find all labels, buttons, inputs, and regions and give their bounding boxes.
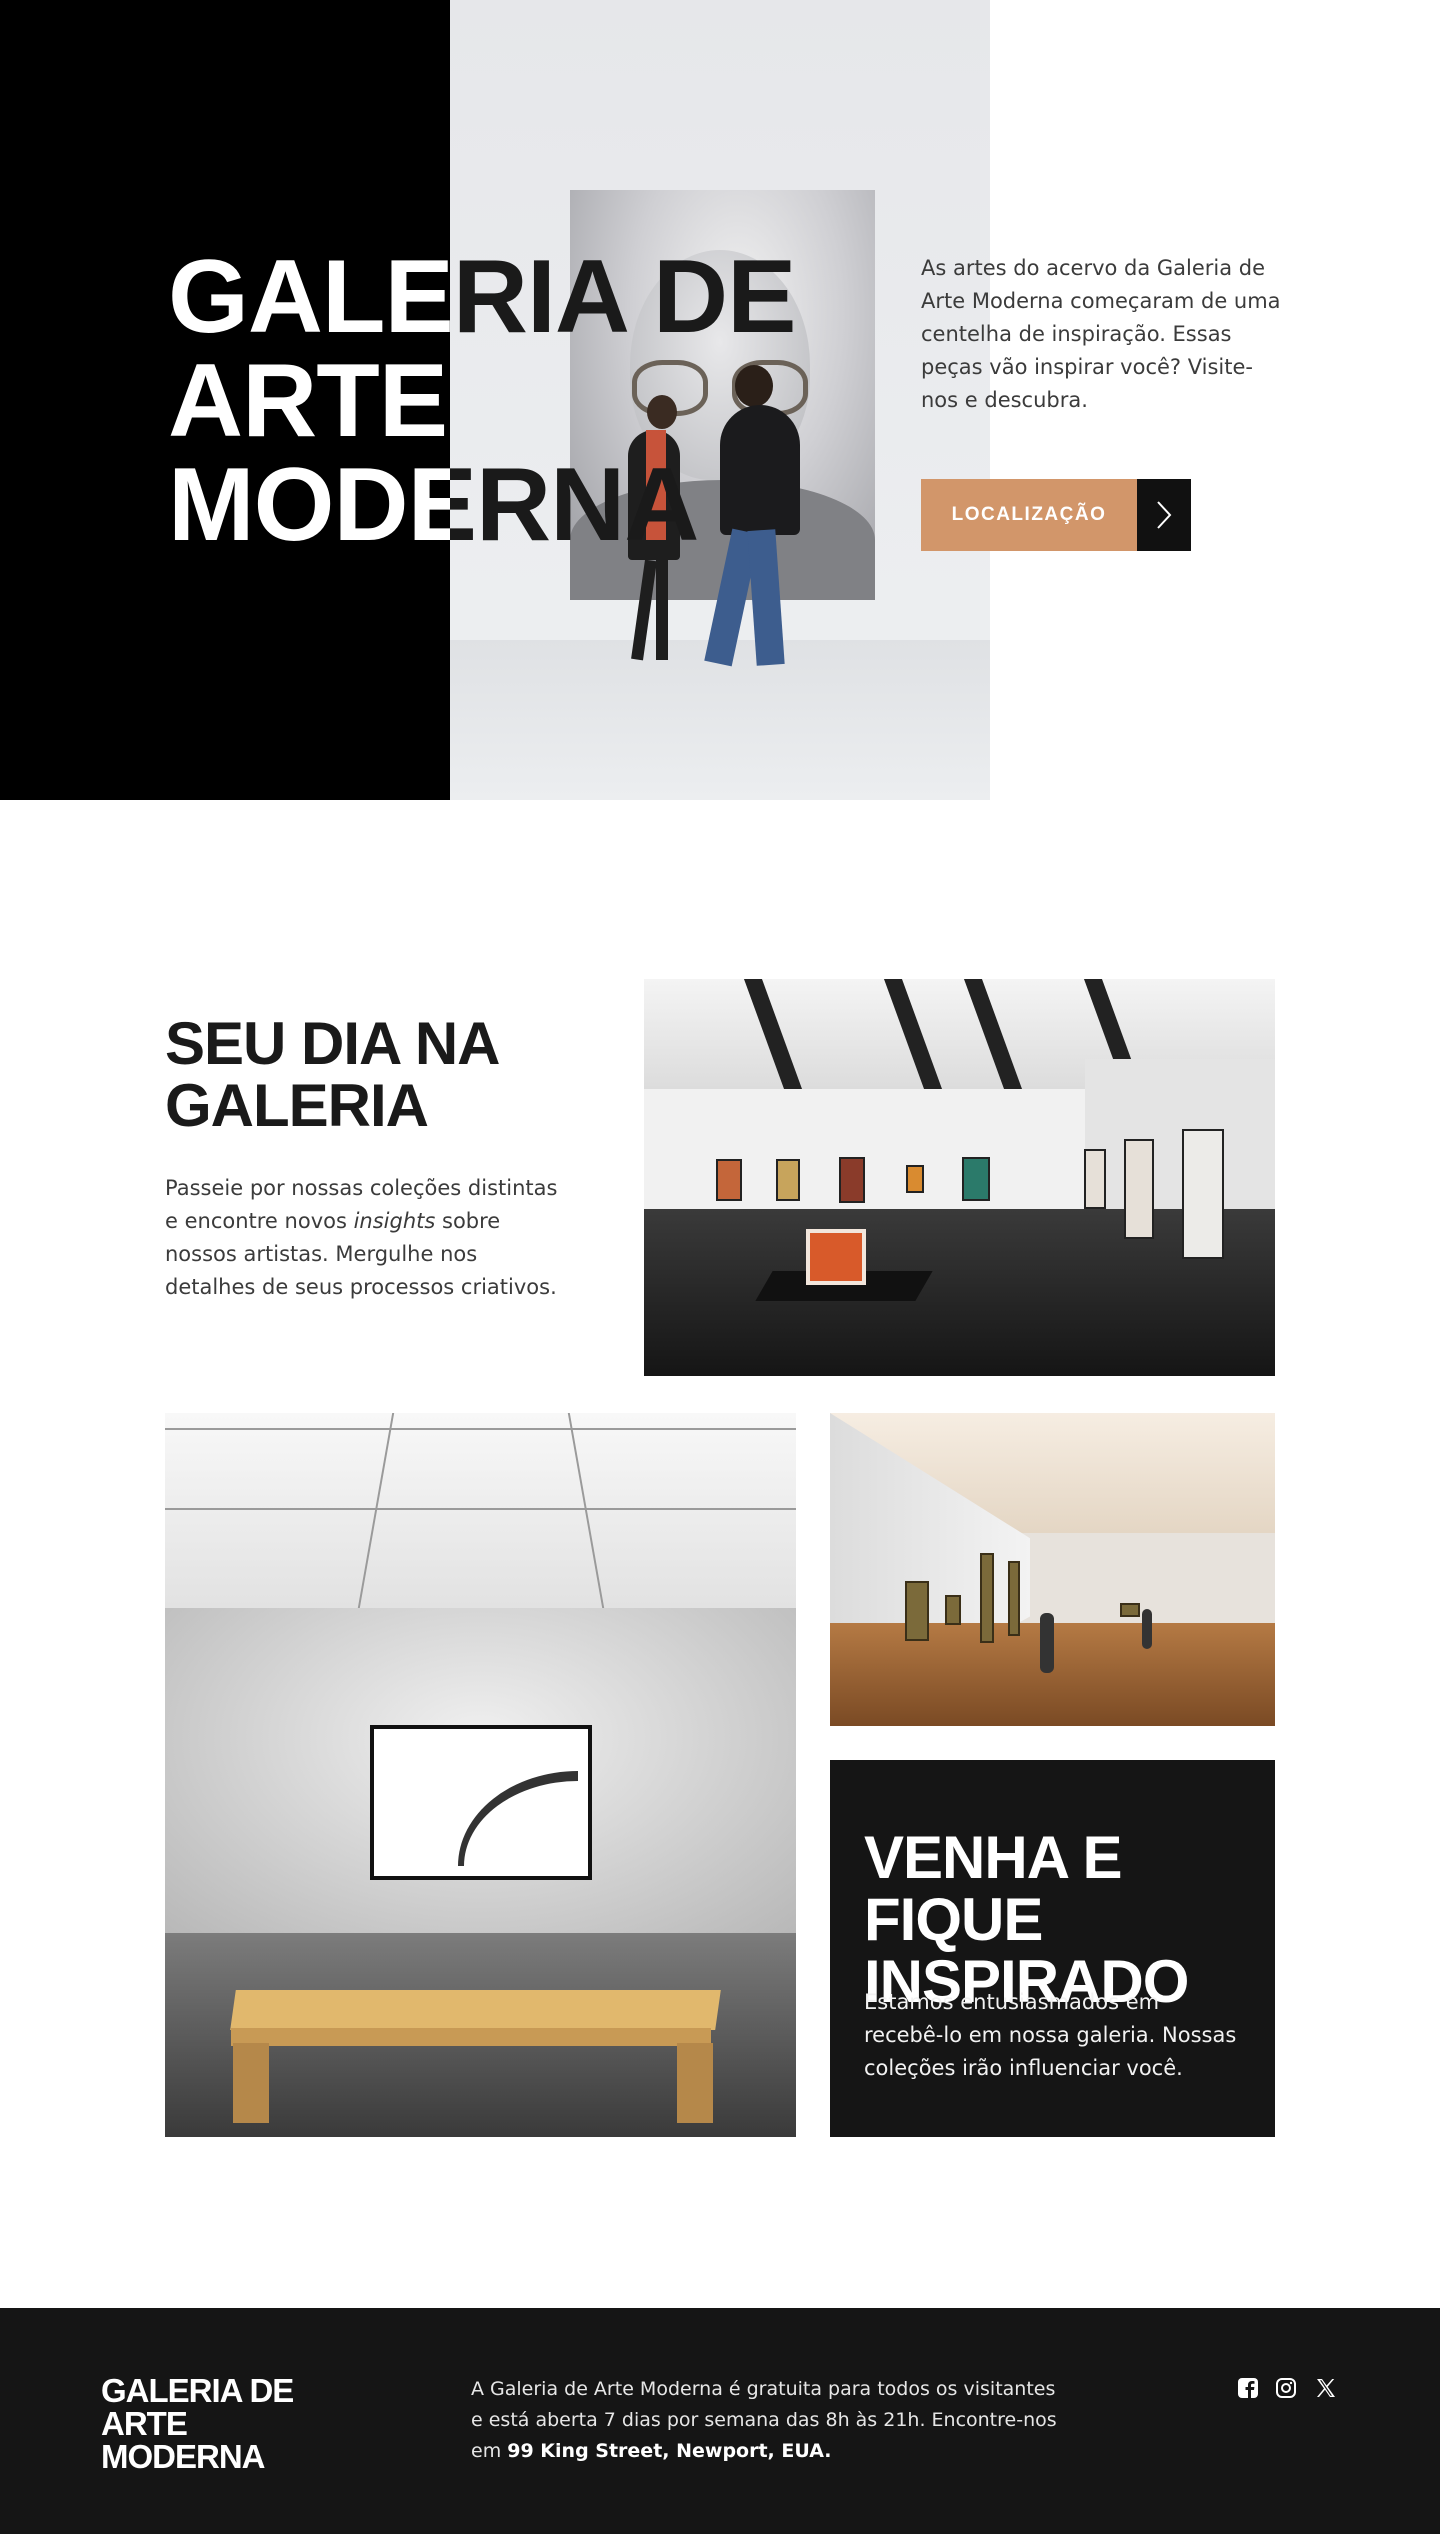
inspired-card-text: Estamos entusiasmados em recebê-lo em no… [864,1990,1237,2080]
chevron-right-icon [1137,479,1191,551]
inspired-card-title-line: VENHA E FIQUE [864,1824,1123,1953]
location-button[interactable]: LOCALIZAÇÃO [921,479,1191,551]
hero-title-line: GALERIA DE [168,245,868,349]
footer-logo-line: GALERIA DE ARTE [101,2372,294,2442]
hero-title-line: MODERNA [168,453,868,557]
section-day-text-emphasis: insights [353,1209,436,1233]
gallery-room-photo-bench [165,1413,796,2137]
gallery-room-photo-sculpture [644,979,1275,1376]
footer-logo-line: MODERNA [101,2438,266,2475]
hero-section: GALERIA DE ARTE MODERNA As artes do acer… [0,0,1440,800]
inspired-card: VENHA E FIQUE INSPIRADO Estamos entusias… [830,1760,1275,2137]
section-day-text: Passeie por nossas coleções distintas e … [165,1172,565,1304]
section-day-title-line: GALERIA [165,1072,429,1139]
hero-description: As artes do acervo da Galeria de Arte Mo… [921,256,1281,412]
instagram-icon[interactable] [1274,2376,1298,2400]
section-day-title-line: SEU DIA NA [165,1010,500,1077]
section-day-title: SEU DIA NA GALERIA [165,1013,585,1137]
hero-title-line: ARTE [168,349,868,453]
footer-info-text: A Galeria de Arte Moderna é gratuita par… [471,2374,1071,2467]
x-icon[interactable] [1314,2376,1338,2400]
facebook-icon[interactable] [1236,2376,1260,2400]
hero-title: GALERIA DE ARTE MODERNA [168,245,868,557]
footer: GALERIA DE ARTE MODERNA A Galeria de Art… [0,2308,1440,2534]
gallery-hall-photo-visitors [830,1413,1275,1726]
location-button-label: LOCALIZAÇÃO [921,479,1137,551]
footer-logo[interactable]: GALERIA DE ARTE MODERNA [101,2374,361,2473]
footer-address: 99 King Street, Newport, EUA. [507,2440,832,2462]
